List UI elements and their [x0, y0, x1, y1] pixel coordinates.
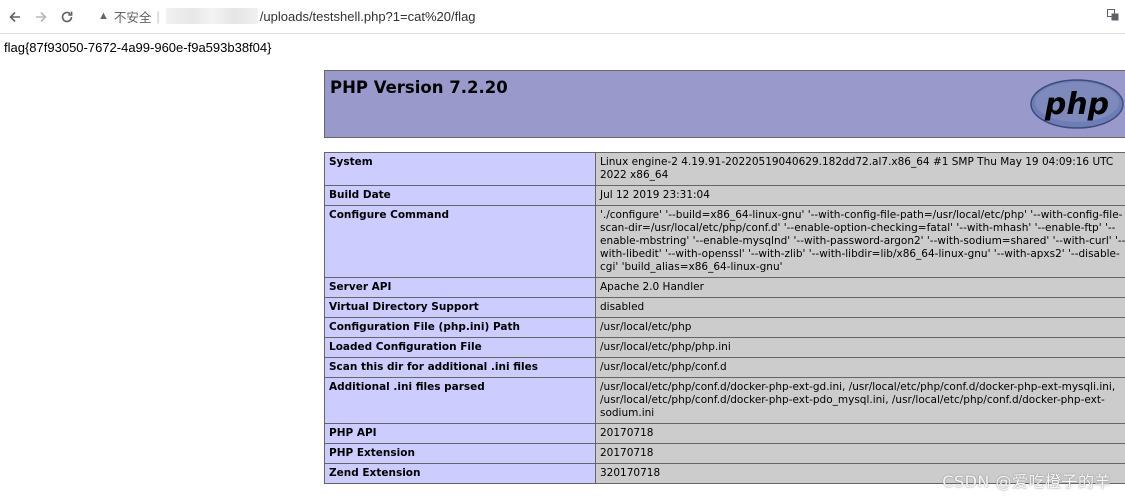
info-label: Scan this dir for additional .ini files: [324, 357, 596, 378]
info-label: PHP Extension: [324, 443, 596, 464]
phpinfo-header: PHP Version 7.2.20 php: [324, 70, 1125, 138]
address-bar[interactable]: ▲ 不安全 | /uploads/testshell.php?1=cat%20/…: [90, 4, 1100, 28]
security-indicator[interactable]: 不安全: [114, 7, 152, 26]
info-row: System Linux engine-2 4.19.91-20220519040…: [324, 152, 1125, 186]
info-value: /usr/local/etc/php/php.ini: [595, 337, 1125, 358]
info-label: Loaded Configuration File: [324, 337, 596, 358]
php-logo-text: php: [1044, 87, 1109, 122]
phpinfo-table: System Linux engine-2 4.19.91-20220519040…: [324, 152, 1125, 484]
csdn-watermark: CSDN @爱吃橙子的羊: [942, 472, 1111, 491]
info-row: Scan this dir for additional .ini files /…: [324, 357, 1125, 378]
info-row: PHP API 20170718: [324, 423, 1125, 444]
info-value: /usr/local/etc/php/conf.d/docker-php-ext…: [595, 377, 1125, 424]
info-value: disabled: [595, 297, 1125, 318]
info-row: Server API Apache 2.0 Handler: [324, 277, 1125, 298]
back-arrow-icon[interactable]: [2, 4, 28, 30]
info-row: PHP Extension 20170718: [324, 443, 1125, 464]
info-row: Additional .ini files parsed/usr/local/e…: [324, 377, 1125, 424]
warning-icon[interactable]: ▲: [98, 10, 109, 22]
info-label: Build Date: [324, 185, 596, 206]
blurred-hostname: [165, 8, 258, 24]
info-value: 20170718: [595, 423, 1125, 444]
forward-arrow-icon[interactable]: [28, 4, 54, 30]
info-label: Configuration File (php.ini) Path: [324, 317, 596, 338]
info-label: PHP API: [324, 423, 596, 444]
info-value: /usr/local/etc/php: [595, 317, 1125, 338]
info-value: Apache 2.0 Handler: [595, 277, 1125, 298]
info-value: Linux engine-2 4.19.91-20220519040629.18…: [595, 152, 1125, 186]
php-logo: php: [1029, 78, 1125, 134]
info-value: Jul 12 2019 23:31:04: [595, 185, 1125, 206]
info-row: Virtual Directory Support disabled: [324, 297, 1125, 318]
flag-output: flag{87f93050-7672-4a99-960e-f9a593b38f0…: [4, 40, 272, 55]
info-label: System: [324, 152, 596, 186]
translate-icon[interactable]: [1107, 9, 1119, 24]
phpinfo-container: PHP Version 7.2.20 php System Linux engin…: [324, 70, 1125, 484]
info-label: Additional .ini files parsed: [324, 377, 596, 424]
info-value: 20170718: [595, 443, 1125, 464]
info-label: Virtual Directory Support: [324, 297, 596, 318]
info-label: Configure Command: [324, 205, 596, 278]
browser-toolbar: ▲ 不安全 | /uploads/testshell.php?1=cat%20/…: [0, 0, 1125, 34]
info-label: Server API: [324, 277, 596, 298]
php-version-title: PHP Version 7.2.20: [330, 78, 508, 97]
reload-icon[interactable]: [54, 4, 80, 30]
info-row: Configure Command './configure' '--build=…: [324, 205, 1125, 278]
info-value: './configure' '--build=x86_64-linux-gnu'…: [595, 205, 1125, 278]
url-text[interactable]: /uploads/testshell.php?1=cat%20/flag: [260, 9, 476, 24]
info-row: Loaded Configuration File/usr/local/etc/…: [324, 337, 1125, 358]
info-row: Build Date Jul 12 2019 23:31:04: [324, 185, 1125, 206]
info-label: Zend Extension: [324, 463, 596, 484]
address-separator: |: [156, 8, 160, 24]
info-row: Configuration File (php.ini) Path/usr/lo…: [324, 317, 1125, 338]
info-value: /usr/local/etc/php/conf.d: [595, 357, 1125, 378]
